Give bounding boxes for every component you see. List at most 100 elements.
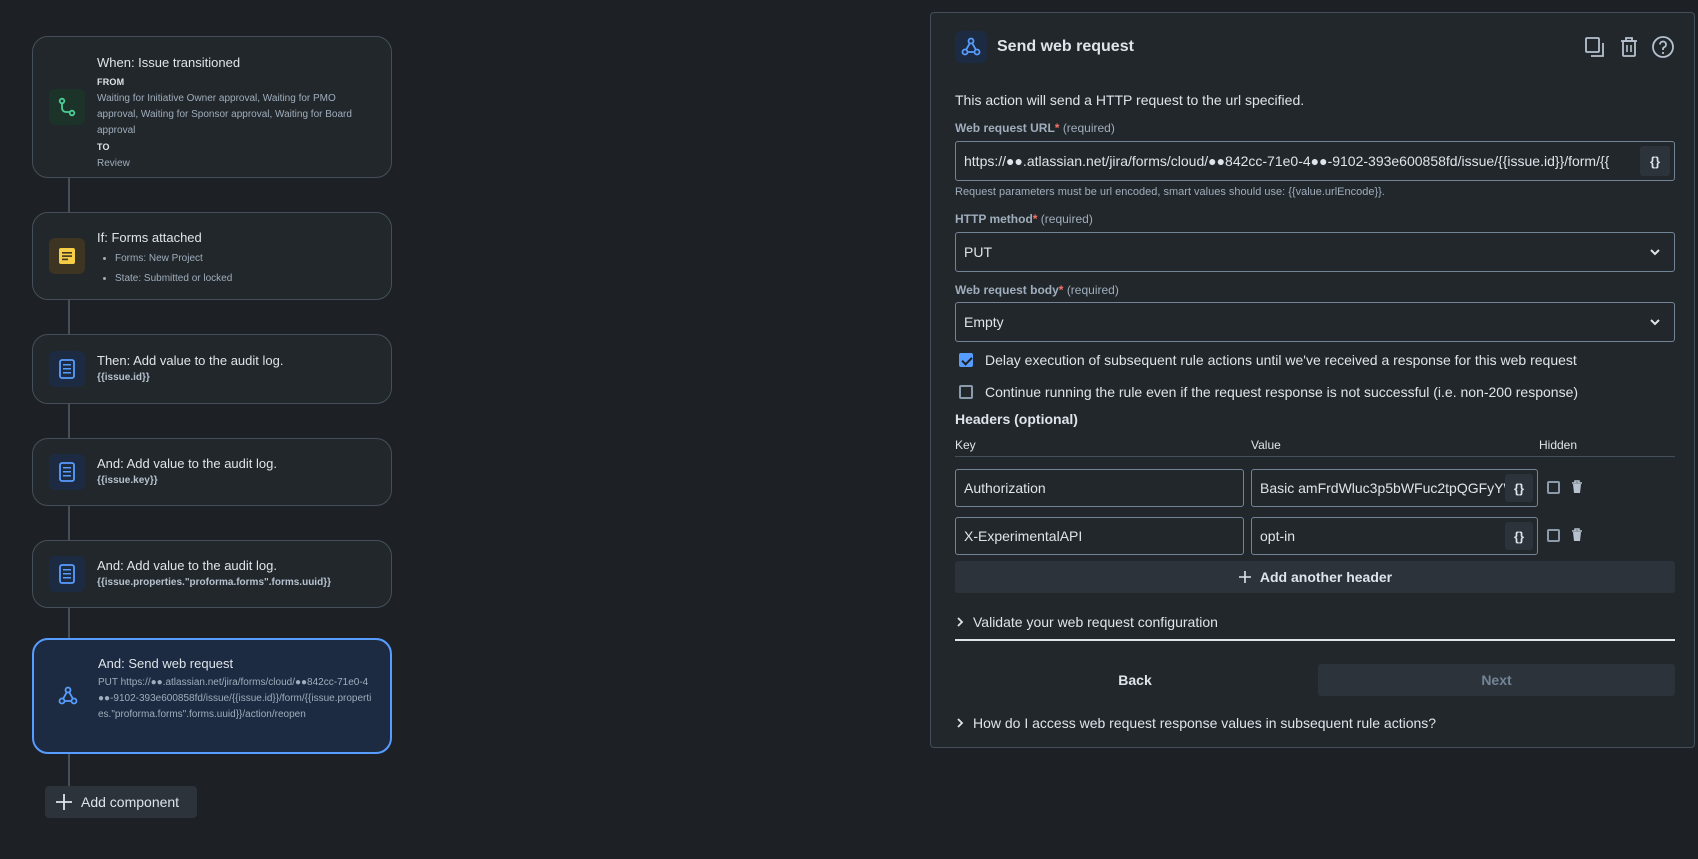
- required-text: (required): [1040, 212, 1093, 226]
- panel-header: Send web request: [955, 31, 1134, 63]
- back-button[interactable]: Back: [955, 664, 1315, 696]
- condition-card[interactable]: If: Forms attached Forms: New Project St…: [32, 212, 392, 300]
- delay-option[interactable]: Delay execution of subsequent rule actio…: [959, 352, 1577, 368]
- continue-option[interactable]: Continue running the rule even if the re…: [959, 384, 1578, 400]
- method-label-text: HTTP method: [955, 212, 1033, 226]
- add-component-button[interactable]: Add component: [45, 786, 197, 818]
- add-header-label: Add another header: [1259, 569, 1393, 585]
- method-select[interactable]: PUT: [955, 232, 1675, 272]
- panel-title: Send web request: [997, 38, 1134, 55]
- panel-description: This action will send a HTTP request to …: [955, 92, 1305, 108]
- header-key-value: Authorization: [964, 480, 1046, 496]
- header-value-text: opt-in: [1260, 528, 1296, 544]
- body-select[interactable]: Empty: [955, 302, 1675, 342]
- next-button[interactable]: Next: [1318, 664, 1675, 696]
- col-value: Value: [1251, 438, 1281, 452]
- help-icon[interactable]: [1651, 35, 1675, 59]
- action-value: {{issue.key}}: [97, 475, 158, 486]
- action-card[interactable]: And: Add value to the audit log. {{issue…: [32, 540, 392, 608]
- web-request-detail: PUT https://●●.atlassian.net/jira/forms/…: [98, 677, 372, 720]
- from-label: FROM: [97, 77, 125, 87]
- hidden-checkbox[interactable]: [1547, 529, 1560, 542]
- header-value-input[interactable]: Basic amFrdWluc3p5bWFuc2tpQGFyYW {}: [1251, 469, 1538, 507]
- condition-item: Forms: New Project: [115, 249, 373, 269]
- continue-checkbox[interactable]: [959, 385, 973, 399]
- forms-icon: [49, 238, 85, 274]
- divider: [955, 456, 1675, 457]
- action-title: Then: Add value to the audit log.: [97, 353, 284, 368]
- faq-expander[interactable]: How do I access web request response val…: [955, 715, 1436, 731]
- headers-title: Headers (optional): [955, 411, 1078, 427]
- url-helper-text: Request parameters must be url encoded, …: [955, 186, 1385, 198]
- chevron-right-icon: [957, 617, 964, 627]
- header-key-input[interactable]: Authorization: [955, 469, 1244, 507]
- plus-icon: [56, 794, 72, 810]
- continue-label: Continue running the rule even if the re…: [985, 384, 1579, 400]
- action-title: And: Add value to the audit log.: [97, 558, 277, 573]
- from-value: Waiting for Initiative Owner approval, W…: [97, 93, 352, 136]
- header-value-text: Basic amFrdWluc3p5bWFuc2tpQGFyYW: [1260, 480, 1517, 496]
- delete-icon[interactable]: [1617, 35, 1641, 59]
- web-request-title: And: Send web request: [98, 656, 234, 671]
- audit-log-icon: [49, 351, 85, 387]
- required-star: *: [1032, 212, 1038, 226]
- flow-connector: [68, 754, 70, 786]
- body-label-text: Web request body: [955, 283, 1059, 297]
- trigger-title: When: Issue transitioned: [97, 55, 241, 70]
- to-label: TO: [97, 142, 110, 152]
- transition-icon: [49, 89, 85, 125]
- flow-connector: [68, 608, 70, 638]
- panel-actions: [1583, 35, 1675, 59]
- action-value: {{issue.properties."proforma.forms".form…: [97, 577, 331, 588]
- audit-log-icon: [49, 454, 85, 490]
- action-title: And: Add value to the audit log.: [97, 456, 277, 471]
- url-input[interactable]: https://●●.atlassian.net/jira/forms/clou…: [955, 141, 1675, 181]
- col-key: Key: [955, 438, 976, 452]
- audit-log-icon: [49, 556, 85, 592]
- header-key-value: X-ExperimentalAPI: [964, 528, 1083, 544]
- delete-header-icon[interactable]: [1571, 528, 1583, 542]
- url-field-label: Web request URL* (required): [955, 121, 1115, 135]
- required-text: (required): [1066, 283, 1119, 297]
- plus-icon: [1238, 571, 1251, 583]
- method-select-value: PUT: [964, 244, 992, 260]
- condition-list: Forms: New Project State: Submitted or l…: [97, 249, 373, 289]
- delay-label: Delay execution of subsequent rule actio…: [985, 352, 1577, 368]
- flow-connector: [68, 404, 70, 438]
- header-value-input[interactable]: opt-in {}: [1251, 517, 1538, 555]
- config-panel: Send web request This action will send a…: [930, 12, 1695, 748]
- header-key-input[interactable]: X-ExperimentalAPI: [955, 517, 1244, 555]
- url-label-text: Web request URL: [955, 121, 1055, 135]
- faq-label: How do I access web request response val…: [973, 715, 1437, 731]
- webhook-icon: [955, 31, 987, 63]
- body-select-value: Empty: [964, 314, 1004, 330]
- body-field-label: Web request body* (required): [955, 283, 1119, 297]
- col-hidden: Hidden: [1539, 438, 1578, 452]
- smart-value-button[interactable]: {}: [1505, 474, 1533, 502]
- action-card[interactable]: Then: Add value to the audit log. {{issu…: [32, 334, 392, 404]
- web-request-card[interactable]: And: Send web request PUT https://●●.atl…: [32, 638, 392, 754]
- required-star: *: [1058, 283, 1064, 297]
- add-header-button[interactable]: Add another header: [955, 561, 1675, 593]
- flow-connector: [68, 178, 70, 212]
- delete-header-icon[interactable]: [1571, 480, 1583, 494]
- chevron-right-icon: [957, 718, 964, 728]
- action-value: {{issue.id}}: [97, 372, 150, 383]
- smart-value-button[interactable]: {}: [1640, 146, 1670, 176]
- webhook-icon: [50, 678, 86, 714]
- flow-connector: [68, 300, 70, 334]
- to-value: Review: [97, 158, 130, 169]
- smart-value-button[interactable]: {}: [1505, 522, 1533, 550]
- required-text: (required): [1062, 121, 1115, 135]
- flow-connector: [68, 506, 70, 540]
- validate-expander[interactable]: Validate your web request configuration: [955, 614, 1218, 630]
- validate-label: Validate your web request configuration: [973, 614, 1218, 630]
- action-card[interactable]: And: Add value to the audit log. {{issue…: [32, 438, 392, 506]
- duplicate-icon[interactable]: [1583, 35, 1607, 59]
- hidden-checkbox[interactable]: [1547, 481, 1560, 494]
- condition-item: State: Submitted or locked: [115, 269, 373, 289]
- method-field-label: HTTP method* (required): [955, 212, 1093, 226]
- trigger-card[interactable]: When: Issue transitioned FROM Waiting fo…: [32, 36, 392, 178]
- required-star: *: [1054, 121, 1060, 135]
- delay-checkbox[interactable]: [959, 353, 973, 367]
